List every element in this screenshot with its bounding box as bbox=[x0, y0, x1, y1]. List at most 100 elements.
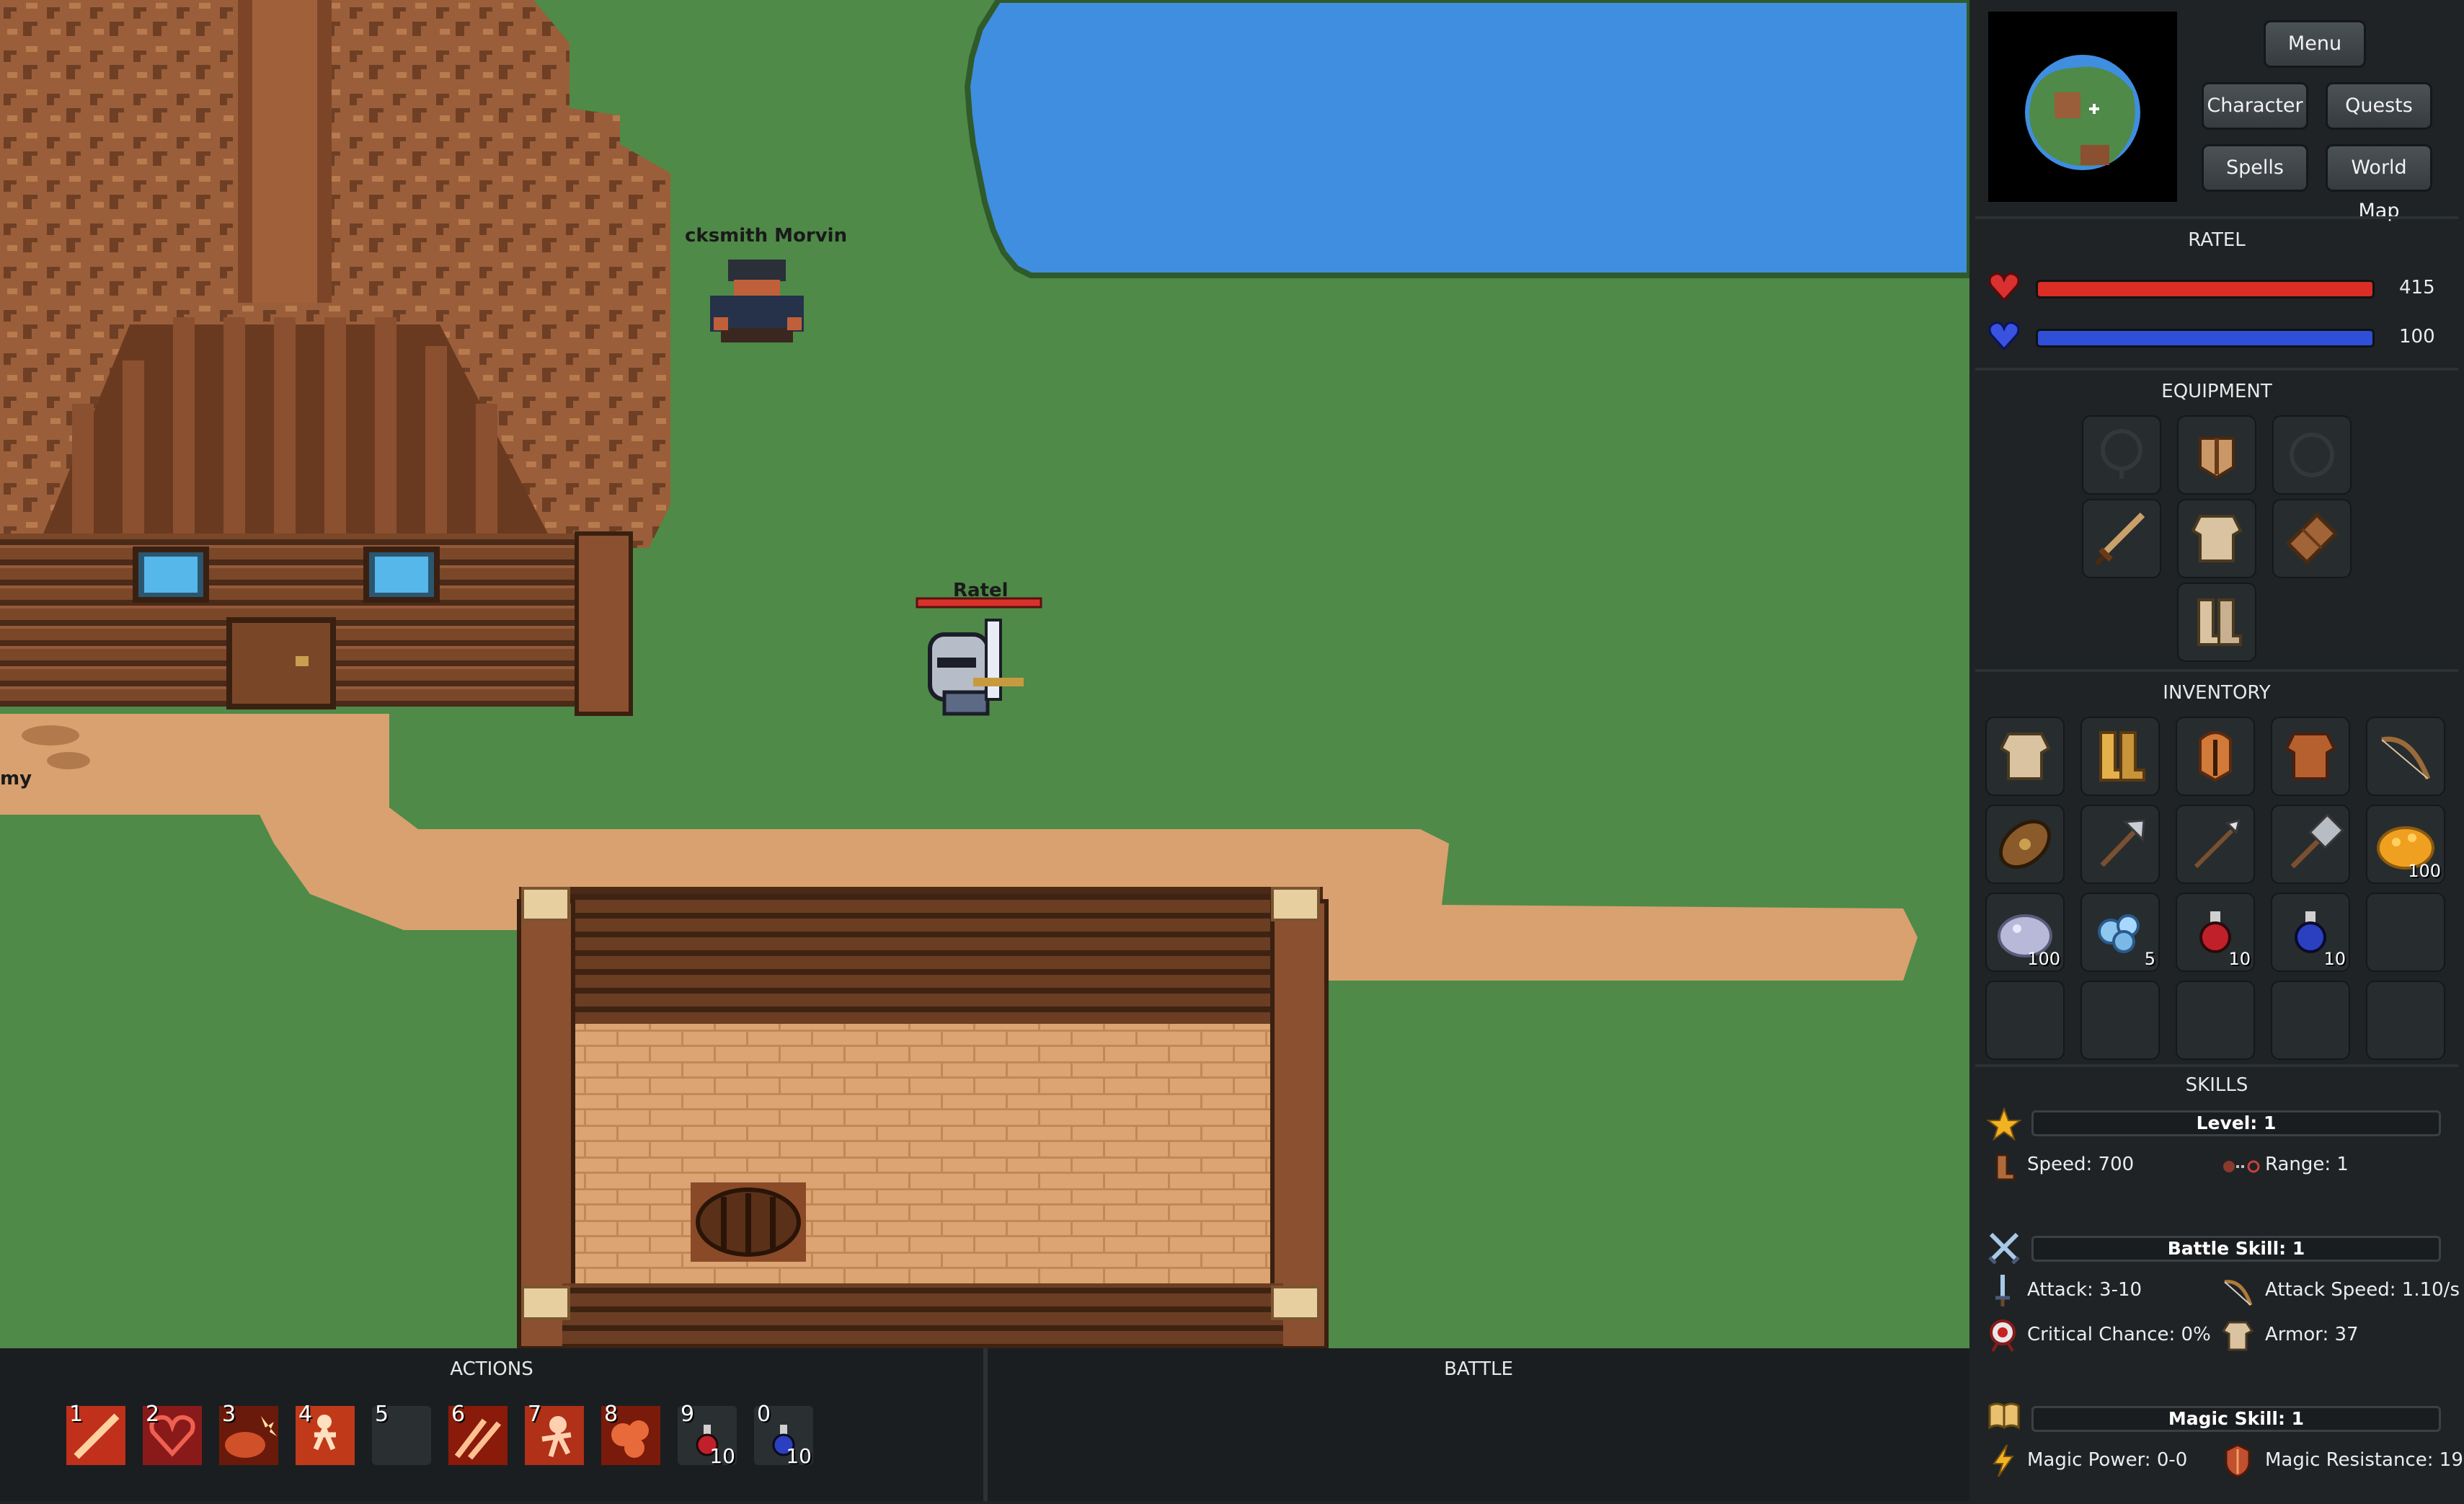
barn-building bbox=[517, 887, 1329, 1348]
player-name-heading: RATEL bbox=[2188, 229, 2246, 251]
player-name-label: Ratel bbox=[953, 580, 1009, 601]
mana-value: 100 bbox=[2399, 326, 2435, 348]
boot-speed-icon bbox=[1995, 1154, 2016, 1181]
menu-button[interactable]: Menu bbox=[2264, 20, 2366, 68]
action-key: 9 bbox=[681, 1402, 695, 1427]
minimap[interactable] bbox=[1988, 12, 2177, 202]
inventory-slot[interactable]: 5 bbox=[2080, 893, 2160, 972]
attack-speed-stat: Attack Speed: 1.10/s bbox=[2265, 1279, 2460, 1301]
spells-button[interactable]: Spells bbox=[2202, 144, 2308, 192]
dagger-attack-icon bbox=[1995, 1275, 2010, 1306]
magic-resistance-stat: Magic Resistance: 19 bbox=[2265, 1449, 2463, 1471]
inventory-slot[interactable] bbox=[2080, 805, 2160, 884]
star-icon bbox=[1987, 1107, 2021, 1141]
inventory-slot[interactable]: 100 bbox=[2366, 805, 2445, 884]
level-bar: Level: 1 bbox=[2031, 1110, 2441, 1136]
equip-slot-ring[interactable] bbox=[2272, 415, 2352, 495]
critical-chance-stat: Critical Chance: 0% bbox=[2027, 1324, 2211, 1345]
action-slot-1[interactable]: 1 bbox=[66, 1402, 125, 1465]
war-hammer-icon bbox=[2290, 813, 2344, 869]
action-slot-0[interactable]: 0 10 bbox=[754, 1402, 813, 1468]
battle-title: BATTLE bbox=[1444, 1358, 1513, 1380]
npc-blacksmith-sprite[interactable] bbox=[710, 260, 804, 342]
inventory-slot-empty[interactable] bbox=[2271, 981, 2350, 1060]
character-button[interactable]: Character bbox=[2202, 82, 2308, 130]
ornate-shield-icon bbox=[1998, 819, 2052, 870]
action-key: 0 bbox=[757, 1402, 771, 1427]
quests-button[interactable]: Quests bbox=[2326, 82, 2432, 130]
attack-stat: Attack: 3-10 bbox=[2027, 1279, 2142, 1301]
equipment-section: EQUIPMENT bbox=[1975, 368, 2458, 669]
inventory-slot[interactable] bbox=[2366, 717, 2445, 796]
action-key: 1 bbox=[69, 1402, 84, 1427]
inventory-slot-empty[interactable] bbox=[2080, 981, 2160, 1060]
minimap-island-icon bbox=[2025, 55, 2140, 170]
skills-title: SKILLS bbox=[2185, 1074, 2248, 1096]
lightning-icon bbox=[1993, 1444, 2014, 1477]
range-stat: Range: 1 bbox=[2265, 1154, 2349, 1175]
bronze-armor-icon bbox=[2284, 733, 2336, 780]
action-slot-9[interactable]: 9 10 bbox=[678, 1402, 737, 1468]
sword-icon bbox=[2094, 512, 2145, 566]
ring-placeholder-icon bbox=[2290, 433, 2334, 477]
action-key: 5 bbox=[375, 1402, 389, 1427]
inventory-slot[interactable] bbox=[2271, 717, 2350, 796]
inventory-slot-empty[interactable] bbox=[2176, 981, 2255, 1060]
item-count: 100 bbox=[2408, 861, 2441, 881]
equip-slot-amulet[interactable] bbox=[2082, 415, 2161, 495]
inventory-slot-empty[interactable] bbox=[2366, 893, 2445, 972]
action-key: 8 bbox=[604, 1402, 619, 1427]
inventory-slot[interactable] bbox=[2271, 805, 2350, 884]
armor-stat: Armor: 37 bbox=[2265, 1324, 2359, 1345]
inventory-slot[interactable]: 100 bbox=[1985, 893, 2065, 972]
inventory-slot[interactable] bbox=[1985, 717, 2065, 796]
offscreen-npc-label: my bbox=[0, 768, 32, 789]
mana-bar-fill bbox=[2038, 331, 2372, 345]
battle-panel: BATTLE bbox=[988, 1348, 1969, 1501]
inventory-slot[interactable]: 10 bbox=[2176, 893, 2255, 972]
lake bbox=[964, 0, 1969, 278]
skills-section: SKILLS Level: 1 Speed: 700 Range: 1 Batt… bbox=[1975, 1064, 2463, 1504]
amulet-placeholder-icon bbox=[2101, 429, 2142, 479]
action-slot-2[interactable]: 2 bbox=[143, 1402, 202, 1465]
item-count: 5 bbox=[2144, 949, 2155, 969]
equip-slot-weapon[interactable] bbox=[2082, 499, 2161, 578]
inventory-section: INVENTORY 100 100 5 10 10 bbox=[1975, 669, 2458, 1064]
action-key: 7 bbox=[528, 1402, 542, 1427]
action-slot-6[interactable]: 6 bbox=[448, 1402, 508, 1465]
magic-shield-icon bbox=[2225, 1443, 2251, 1478]
range-icon bbox=[2223, 1160, 2260, 1173]
spear-icon bbox=[2194, 818, 2241, 869]
action-slot-8[interactable]: 8 bbox=[601, 1402, 660, 1465]
equip-slot-shield[interactable] bbox=[2272, 499, 2352, 578]
player-character-sprite[interactable] bbox=[916, 597, 1042, 716]
action-slot-3[interactable]: 3 bbox=[219, 1402, 278, 1465]
inventory-slot[interactable] bbox=[2080, 717, 2160, 796]
inventory-slot[interactable]: 10 bbox=[2271, 893, 2350, 972]
world-map-canvas[interactable] bbox=[0, 0, 1969, 1348]
battle-skill-bar: Battle Skill: 1 bbox=[2031, 1236, 2441, 1262]
item-count: 10 bbox=[2323, 949, 2346, 969]
game-world[interactable]: cksmith Morvin Ratel my bbox=[0, 0, 1969, 1348]
inventory-slot-empty[interactable] bbox=[2366, 981, 2445, 1060]
item-count: 100 bbox=[2027, 949, 2060, 969]
world-map-button[interactable]: World Map bbox=[2326, 144, 2432, 222]
action-slot-7[interactable]: 7 bbox=[525, 1402, 584, 1465]
leather-boots-icon bbox=[2197, 598, 2242, 646]
action-slot-4[interactable]: 4 bbox=[296, 1402, 355, 1465]
equip-slot-boots[interactable] bbox=[2177, 583, 2256, 662]
armor-icon bbox=[2221, 1321, 2254, 1351]
spellbook-icon bbox=[1988, 1402, 2020, 1430]
inventory-slot-empty[interactable] bbox=[1985, 981, 2065, 1060]
inventory-slot[interactable] bbox=[1985, 805, 2065, 884]
health-bar bbox=[2036, 280, 2375, 298]
mana-bar bbox=[2036, 329, 2375, 348]
leather-armor-icon bbox=[2191, 515, 2243, 562]
action-slot-5-empty[interactable]: 5 bbox=[372, 1402, 431, 1465]
right-panel: Menu Character Quests Spells World Map R… bbox=[1969, 0, 2464, 1501]
equip-slot-armor[interactable] bbox=[2177, 499, 2256, 578]
inventory-slot[interactable] bbox=[2176, 805, 2255, 884]
bow-attack-speed-icon bbox=[2224, 1280, 2253, 1306]
equip-slot-helmet[interactable] bbox=[2177, 415, 2256, 495]
inventory-slot[interactable] bbox=[2176, 717, 2255, 796]
